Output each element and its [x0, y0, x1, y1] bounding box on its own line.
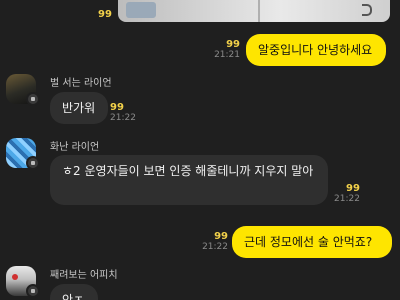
unread-count-text: 99 [214, 231, 228, 242]
message-text: 근데 정모에선 술 안먹죠? [244, 235, 373, 249]
profile-badge-icon [26, 284, 40, 298]
sender-name[interactable]: 째려보는 어피치 [50, 266, 118, 281]
image-divider [258, 0, 260, 22]
message-text: 안ㅈ [62, 293, 85, 300]
timestamp: 21:21 [214, 50, 240, 60]
profile-badge-icon [26, 92, 40, 106]
message-meta: 99 21:22 [198, 231, 228, 253]
sender-name[interactable]: 벌 서는 라이언 [50, 74, 112, 89]
timestamp: 21:22 [202, 242, 228, 252]
message-meta: 99 21:22 [110, 102, 136, 124]
message-text: ㅎ2 운영자들이 보면 인증 해줄테니까 지우지 말아 [62, 164, 314, 178]
image-message-thumbnail[interactable] [118, 0, 390, 22]
profile-badge-icon [26, 156, 40, 170]
timestamp: 21:22 [110, 113, 136, 123]
image-detail [362, 4, 372, 16]
unread-count-text: 99 [110, 102, 124, 113]
message-meta: 99 21:21 [200, 39, 240, 61]
chat-bubble-incoming[interactable]: 안ㅈ [50, 284, 98, 300]
chat-bubble-outgoing[interactable]: 알중입니다 안녕하세요 [246, 34, 386, 66]
message-text: 반가워 [62, 101, 96, 115]
sender-name[interactable]: 화난 라이언 [50, 138, 99, 153]
unread-count-text: 99 [98, 9, 112, 20]
timestamp: 21:22 [334, 194, 360, 204]
avatar-detail [12, 274, 18, 280]
chat-bubble-incoming[interactable]: 반가워 [50, 92, 108, 124]
unread-count-text: 99 [346, 183, 360, 194]
message-meta: 99 21:22 [334, 183, 360, 205]
image-detail [126, 2, 156, 18]
chat-bubble-outgoing[interactable]: 근데 정모에선 술 안먹죠? [232, 226, 392, 258]
chat-bubble-incoming[interactable]: ㅎ2 운영자들이 보면 인증 해줄테니까 지우지 말아 [50, 155, 328, 205]
unread-count-text: 99 [226, 39, 240, 50]
unread-count: 99 [98, 10, 112, 20]
message-text: 알중입니다 안녕하세요 [258, 43, 373, 57]
